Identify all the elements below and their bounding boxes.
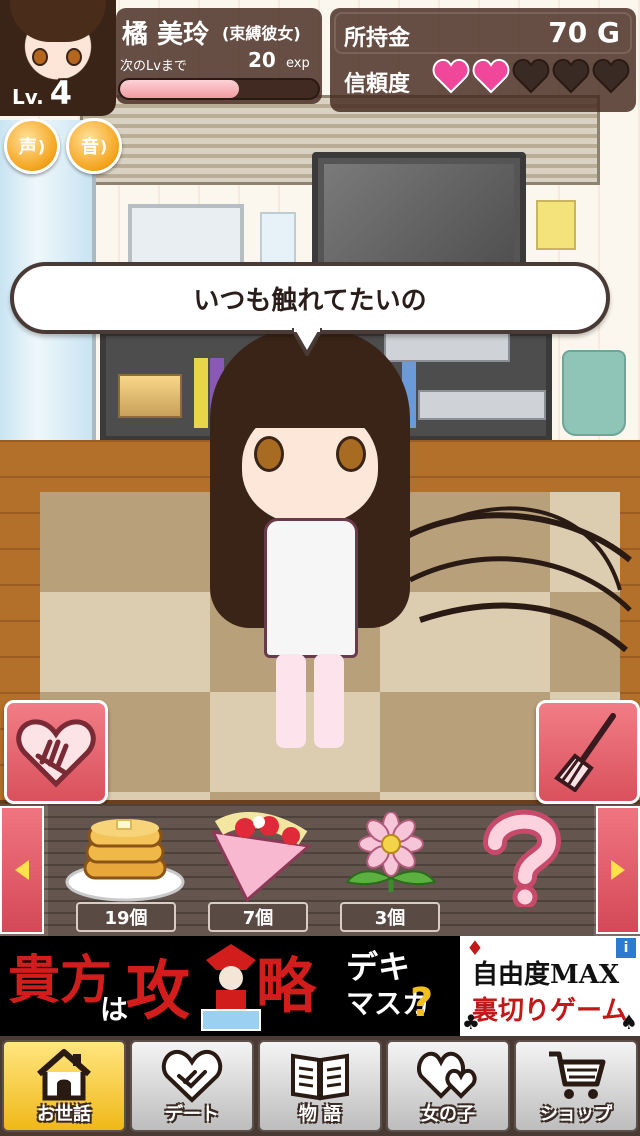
jester-icon (201, 944, 261, 1031)
ad-text-question: ? (410, 980, 434, 1026)
trust-hearts (432, 58, 630, 96)
speech-bubble: いつも触れてたいの (10, 262, 610, 334)
item-count-crepe: 7個 (208, 902, 308, 932)
nav-label-girls: 女の子 (421, 1104, 475, 1125)
arrow-left-icon (15, 860, 29, 880)
exp-remaining: 20 (248, 48, 276, 72)
club-suit-icon: ♣ (462, 1010, 480, 1034)
level-value: 4 (49, 74, 73, 112)
voice-label: 声 (18, 137, 37, 158)
nav-label-story: 物 語 (298, 1104, 342, 1125)
heart-empty-icon (592, 58, 630, 94)
flower-icon (345, 812, 437, 892)
ad-text-anata: 貴方 (8, 950, 113, 1011)
heart-filled-icon (432, 58, 470, 94)
money-value: 70 G (548, 16, 620, 49)
scroll-right-button[interactable] (596, 806, 640, 934)
ad-banner[interactable]: 貴方 は 攻 略 デキ マスカ ? 自由度MAX 裏切りゲーム ♦ ♣ ♠ (0, 936, 640, 1036)
cart-icon (549, 1051, 606, 1099)
game-box (118, 374, 182, 418)
heart-empty-icon (552, 58, 590, 94)
speech-text: いつも触れてたいの (193, 285, 427, 316)
scroll-left-button[interactable] (0, 806, 44, 934)
diamond-suit-icon: ♦ (466, 936, 484, 960)
ad-left-panel[interactable]: 貴方 は 攻 略 デキ マスカ ? (0, 936, 460, 1036)
next-level-label: 次のLvまで (120, 59, 187, 74)
touch-button[interactable] (4, 700, 108, 804)
item-flower[interactable] (326, 812, 456, 902)
nav-shop[interactable]: ショップ (514, 1040, 638, 1132)
character-type: (束縛彼女) (222, 24, 301, 43)
ad-text-wa: は (100, 993, 129, 1026)
item-crepe[interactable] (196, 812, 326, 902)
heart-hand-icon (16, 719, 96, 788)
star-poster (536, 200, 576, 250)
item-pancakes[interactable] (60, 812, 190, 902)
nav-care[interactable]: お世話 (2, 1040, 126, 1132)
nav-girls[interactable]: 女の子 (386, 1040, 510, 1132)
exp-progress-bar (118, 78, 320, 100)
money-label: 所持金 (344, 26, 411, 51)
speech-bubble-tail (292, 328, 322, 356)
level-prefix: Lv. (12, 85, 44, 109)
voice-toggle-button[interactable]: 声) (4, 118, 60, 174)
nav-date[interactable]: デート (130, 1040, 254, 1132)
chibi-girl[interactable] (190, 318, 430, 748)
nav-label-care: お世話 (37, 1104, 91, 1125)
bottom-nav: お世話 デート 物 語 女の子 ショップ (0, 1036, 640, 1136)
exp-progress-fill (120, 80, 239, 98)
sound-label: 音 (80, 137, 99, 158)
book-icon (291, 1053, 349, 1101)
question-mark-icon (483, 809, 562, 907)
item-count-pancakes: 19個 (76, 902, 176, 932)
arrow-right-icon (611, 860, 625, 880)
nav-label-date: デート (165, 1104, 219, 1125)
level-badge: Lv. 4 (6, 74, 78, 112)
character-name: 橘 美玲 (122, 20, 210, 50)
speaker-icon: ) (99, 136, 108, 156)
crepe-icon (210, 812, 313, 902)
broom-icon (554, 713, 616, 792)
nav-story[interactable]: 物 語 (258, 1040, 382, 1132)
spade-suit-icon: ♠ (620, 1010, 638, 1034)
trust-label: 信頼度 (344, 72, 411, 97)
item-count-flower: 3個 (340, 902, 440, 932)
robot-poster (260, 212, 296, 268)
ad-text-betrayal: 裏切りゲーム (472, 996, 628, 1026)
video-deck (418, 390, 546, 420)
ad-info-icon[interactable]: i (616, 938, 636, 958)
sound-toggle-button[interactable]: 音) (66, 118, 122, 174)
nav-label-shop: ショップ (540, 1104, 612, 1125)
hearts-icon (417, 1051, 477, 1099)
handshake-heart-icon (161, 1049, 223, 1103)
item-unknown[interactable] (456, 809, 586, 907)
heart-empty-icon (512, 58, 550, 94)
heart-filled-icon (472, 58, 510, 94)
trash-can (562, 350, 626, 436)
speaker-icon: ) (37, 136, 46, 156)
house-icon (37, 1049, 91, 1101)
ad-text-freedom: 自由度MAX (472, 960, 620, 990)
clean-button[interactable] (536, 700, 640, 804)
exp-unit: exp (286, 56, 310, 71)
pancakes-icon (65, 819, 185, 902)
ad-text-kou: 攻 (126, 954, 190, 1029)
